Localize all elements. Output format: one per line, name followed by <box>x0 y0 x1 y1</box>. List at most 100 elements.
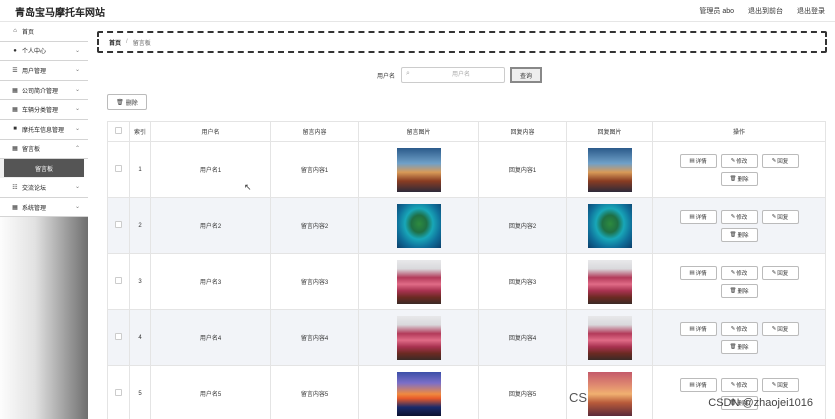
row-reply-image-cell <box>566 197 653 254</box>
row-content: 留言内容1 <box>270 141 359 198</box>
detail-button[interactable]: ▤ 详情 <box>679 209 717 224</box>
row-select-cell[interactable] <box>107 253 130 310</box>
message-image[interactable] <box>396 147 441 192</box>
row-checkbox[interactable] <box>115 277 122 284</box>
logout-link[interactable]: 退出登录 <box>797 6 825 16</box>
reply-label: 回复 <box>777 214 789 221</box>
chevron-down-icon: ⌄ <box>74 47 80 54</box>
row-content: 留言内容4 <box>270 309 359 366</box>
sidebar-item-motorcycle[interactable]: ■ 摩托车信息管理 ⌄ <box>0 119 88 140</box>
row-username: 用户名2 <box>150 197 271 254</box>
row-index: 3 <box>129 253 151 310</box>
reply-image[interactable] <box>587 203 632 248</box>
row-checkbox[interactable] <box>115 333 122 340</box>
edit-button[interactable]: ✎ 修改 <box>720 265 758 280</box>
edit-button[interactable]: ✎ 修改 <box>720 377 758 392</box>
select-all-checkbox[interactable] <box>115 127 122 134</box>
row-image-cell <box>358 197 479 254</box>
message-image[interactable] <box>396 259 441 304</box>
row-content: 留言内容3 <box>270 253 359 310</box>
row-username: 用户名3 <box>150 253 271 310</box>
reply-image[interactable] <box>587 147 632 192</box>
detail-button[interactable]: ▤ 详情 <box>679 265 717 280</box>
sidebar-item-users[interactable]: ☰ 用户管理 ⌄ <box>0 61 88 81</box>
sidebar-item-label: 用户管理 <box>22 68 47 75</box>
reply-label: 回复 <box>777 326 789 333</box>
edit-button[interactable]: ✎ 修改 <box>720 209 758 224</box>
message-image[interactable] <box>396 371 441 416</box>
row-select-cell[interactable] <box>107 197 130 254</box>
delete-button[interactable]: 🗑 删除 <box>720 227 758 242</box>
reply-button[interactable]: ✎ 回复 <box>761 153 799 168</box>
sidebar-subitem-messages[interactable]: 留言板 <box>4 159 84 178</box>
to-front-link[interactable]: 退出到前台 <box>748 6 783 16</box>
delete-label: 删除 <box>737 288 749 295</box>
select-all-cell[interactable] <box>107 121 130 142</box>
row-actions: ▤ 详情 ✎ 修改 ✎ 回复 🗑 删除 <box>652 253 826 310</box>
reply-image[interactable] <box>587 315 632 360</box>
reply-label: 回复 <box>777 158 789 165</box>
sidebar-item-home[interactable]: ⌂ 首页 <box>0 22 88 42</box>
sidebar-item-messages[interactable]: ▦ 留言板 ⌃ <box>0 139 88 160</box>
row-image-cell <box>358 365 479 419</box>
sidebar-item-label: 首页 <box>22 29 35 36</box>
reply-icon: ✎ <box>771 213 777 220</box>
reply-image[interactable] <box>587 371 632 416</box>
delete-button[interactable]: 🗑 删除 <box>720 339 758 354</box>
top-header: 青岛宝马摩托车网站 管理员 abo 退出到前台 退出登录 <box>0 0 835 22</box>
detail-button[interactable]: ▤ 详情 <box>679 321 717 336</box>
sidebar-item-category[interactable]: ▦ 车辆分类管理 ⌄ <box>0 100 88 120</box>
sidebar-item-company[interactable]: ▦ 公司简介管理 ⌄ <box>0 80 88 101</box>
row-select-cell[interactable] <box>107 309 130 366</box>
delete-button[interactable]: 🗑 删除 <box>720 171 758 186</box>
reply-button[interactable]: ✎ 回复 <box>761 209 799 224</box>
detail-button[interactable]: ▤ 详情 <box>679 153 717 168</box>
sidebar-item-forum[interactable]: ☷ 交流论坛 ⌄ <box>0 178 88 198</box>
row-content: 留言内容2 <box>270 197 359 254</box>
row-checkbox[interactable] <box>115 221 122 228</box>
row-select-cell[interactable] <box>107 141 130 198</box>
row-content: 留言内容5 <box>270 365 359 419</box>
user-icon: ● <box>13 47 17 54</box>
message-image[interactable] <box>396 315 441 360</box>
row-image-cell <box>358 141 479 198</box>
detail-icon: ▤ <box>689 269 695 276</box>
breadcrumb-home[interactable]: 首页 <box>109 38 121 47</box>
detail-icon: ▤ <box>689 157 695 164</box>
detail-icon: ▤ <box>689 381 695 388</box>
lock-icon: ■ <box>13 126 17 133</box>
reply-button[interactable]: ✎ 回复 <box>761 321 799 336</box>
delete-button[interactable]: 🗑 删除 <box>720 283 758 298</box>
reply-label: 回复 <box>777 382 789 389</box>
sidebar-item-profile[interactable]: ● 个人中心 ⌄ <box>0 41 88 62</box>
detail-label: 详情 <box>695 326 707 333</box>
header-content: 留言内容 <box>270 121 359 142</box>
message-image[interactable] <box>396 203 441 248</box>
header-index: 索引 <box>129 121 151 142</box>
trash-icon: 🗑 <box>729 343 737 350</box>
row-username: 用户名4 <box>150 309 271 366</box>
bulk-delete-button[interactable]: 🗑 删除 <box>107 94 147 110</box>
reply-button[interactable]: ✎ 回复 <box>761 265 799 280</box>
reply-button[interactable]: ✎ 回复 <box>761 377 799 392</box>
edit-button[interactable]: ✎ 修改 <box>720 321 758 336</box>
chevron-down-icon: ⌄ <box>74 67 80 74</box>
detail-button[interactable]: ▤ 详情 <box>679 377 717 392</box>
edit-icon: ✎ <box>730 269 736 276</box>
delete-label: 删除 <box>737 176 749 183</box>
reply-image[interactable] <box>587 259 632 304</box>
mouse-cursor-icon: ↖ <box>244 182 252 192</box>
row-reply: 回复内容3 <box>478 253 567 310</box>
edit-button[interactable]: ✎ 修改 <box>720 153 758 168</box>
sidebar-item-system[interactable]: ▦ 系统管理 ⌄ <box>0 197 88 218</box>
grid-icon: ▦ <box>12 87 18 94</box>
search-button[interactable]: 查询 <box>510 67 542 83</box>
sidebar-item-label: 车辆分类管理 <box>22 108 59 115</box>
row-select-cell[interactable] <box>107 365 130 419</box>
row-index: 4 <box>129 309 151 366</box>
sidebar-item-label: 公司简介管理 <box>22 88 59 95</box>
table-row: 1 用户名1 留言内容1 回复内容1 ▤ 详情 ✎ 修改 ✎ 回复 🗑 删除 <box>107 141 826 198</box>
row-checkbox[interactable] <box>115 389 122 396</box>
row-checkbox[interactable] <box>115 165 122 172</box>
search-input[interactable] <box>401 67 505 83</box>
